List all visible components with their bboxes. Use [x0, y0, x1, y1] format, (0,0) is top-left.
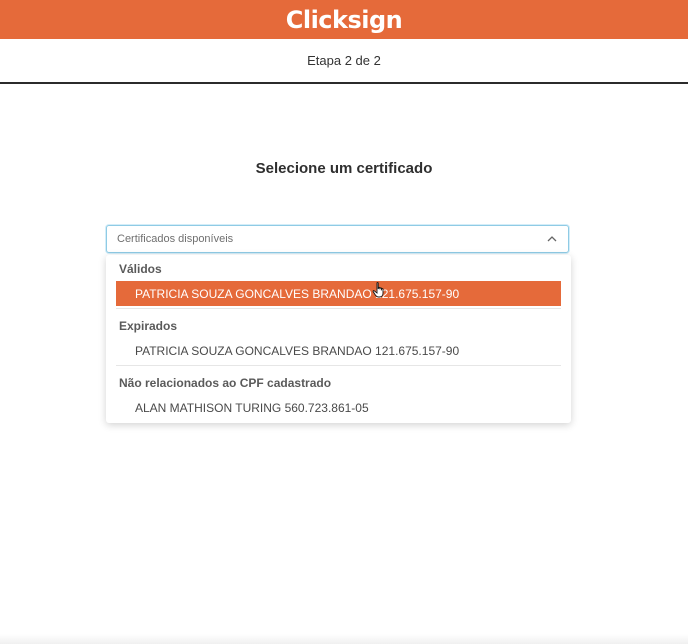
- group-label-validos: Válidos: [119, 262, 162, 276]
- group-divider: [116, 308, 561, 309]
- page-bottom-edge: [0, 634, 688, 644]
- certificate-select-placeholder: Certificados disponíveis: [117, 233, 234, 245]
- option-valid-certificate[interactable]: PATRICIA SOUZA GONCALVES BRANDAO 121.675…: [116, 281, 561, 306]
- option-unrelated-certificate[interactable]: ALAN MATHISON TURING 560.723.861-05: [116, 395, 561, 420]
- brand-logo: Clicksign: [285, 5, 403, 34]
- top-bar: Clicksign: [0, 0, 688, 39]
- step-indicator: Etapa 2 de 2: [0, 39, 688, 84]
- group-label-nao-relacionados: Não relacionados ao CPF cadastrado: [119, 376, 332, 390]
- chevron-up-icon[interactable]: [546, 233, 558, 245]
- page-title: Selecione um certificado: [255, 160, 433, 177]
- group-label-expirados: Expirados: [119, 319, 178, 333]
- hand-cursor-icon: [372, 282, 384, 298]
- option-expired-certificate[interactable]: PATRICIA SOUZA GONCALVES BRANDAO 121.675…: [116, 338, 561, 363]
- certificate-select[interactable]: Certificados disponíveis: [106, 225, 569, 253]
- step-label: Etapa 2 de 2: [307, 53, 381, 68]
- group-divider: [116, 365, 561, 366]
- certificate-dropdown-list: Válidos PATRICIA SOUZA GONCALVES BRANDAO…: [106, 255, 571, 423]
